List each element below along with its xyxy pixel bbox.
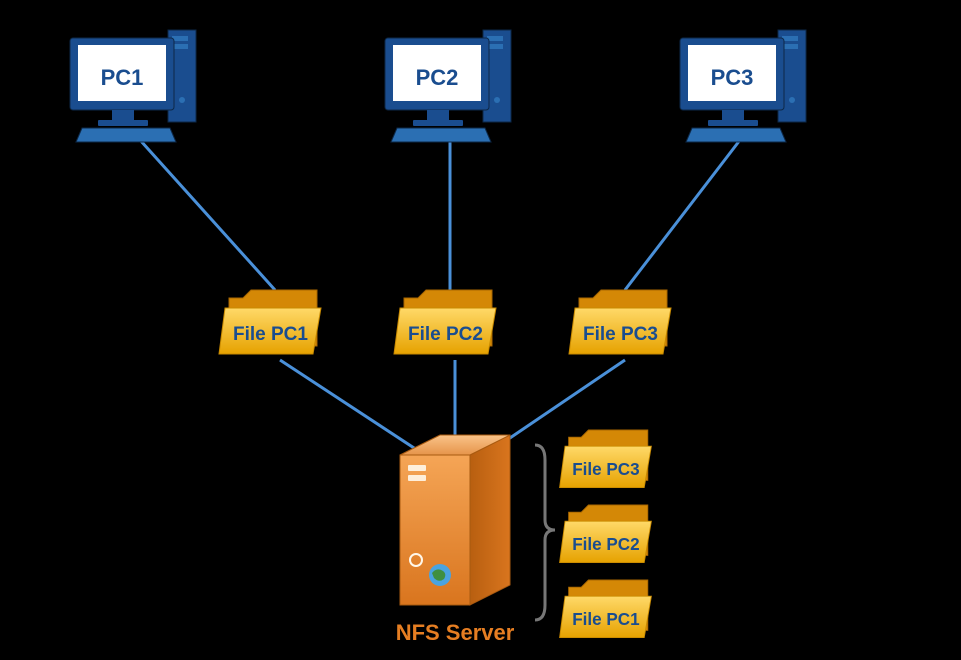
server-folder-1: File PC1 [560,580,652,638]
bracket-icon [535,445,555,620]
server-icon [400,435,510,605]
folder-pc2: File PC2 [394,290,496,354]
server-label: NFS Server [396,620,515,645]
server-folder-3: File PC3 [560,430,652,488]
pc2-icon: PC2 [385,30,511,142]
folder-pc3-label: File PC3 [583,324,658,345]
server-folder-2-label: File PC2 [572,535,639,554]
folder-pc2-label: File PC2 [408,324,483,345]
server-folder-2: File PC2 [560,505,652,563]
pc3-label: PC3 [711,65,754,90]
server-folder-3-label: File PC3 [572,460,639,479]
globe-icon [429,564,451,586]
server-folder-1-label: File PC1 [572,610,640,629]
pc3-icon: PC3 [680,30,806,142]
folder-pc3: File PC3 [569,290,671,354]
folder-pc1: File PC1 [219,290,321,354]
folder-pc1-label: File PC1 [233,324,308,345]
nfs-diagram: PC1 PC2 PC3 File PC1 File PC2 File PC3 [0,0,961,660]
pc1-icon: PC1 [70,30,196,142]
pc2-label: PC2 [416,65,459,90]
pc1-label: PC1 [101,65,144,90]
